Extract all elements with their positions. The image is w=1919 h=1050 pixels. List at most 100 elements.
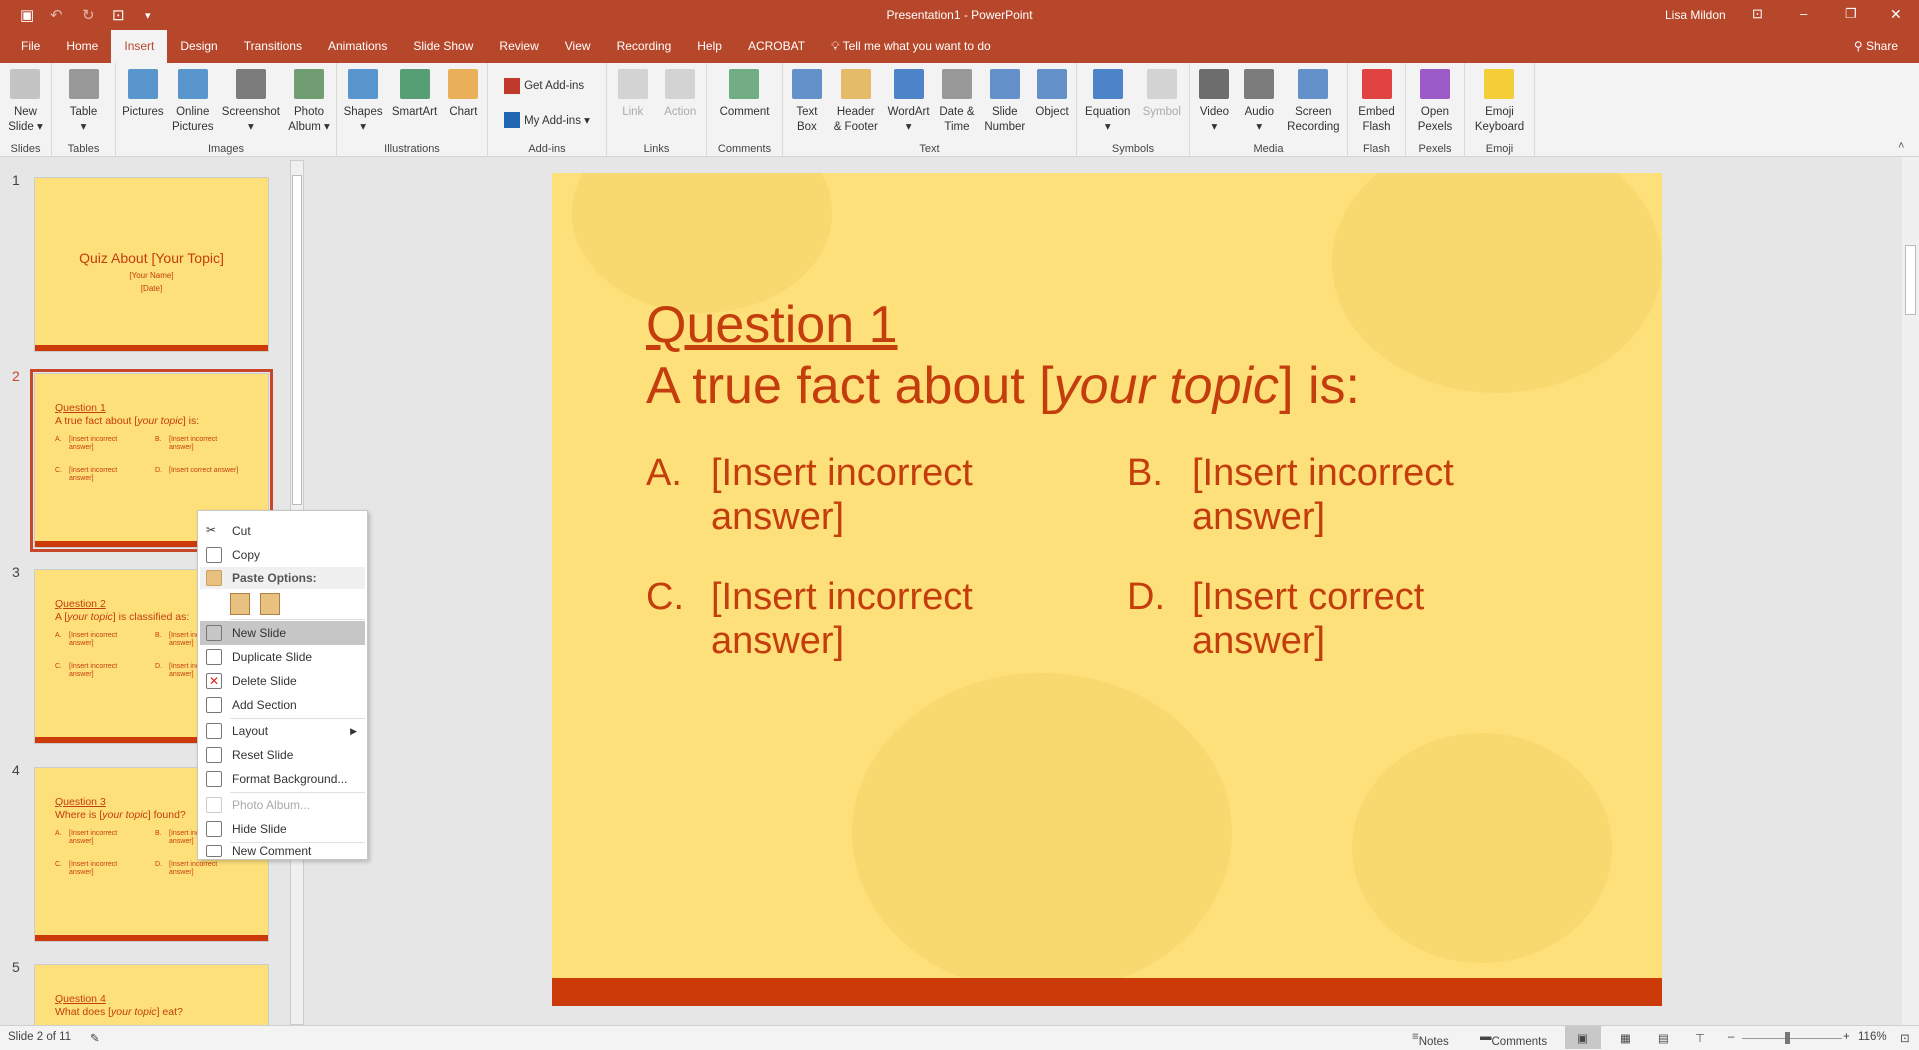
scrollbar-thumb[interactable] [292,175,302,505]
tab-home[interactable]: Home [53,30,111,63]
button-label-line2: Number [984,121,1026,133]
ribbon-display-icon[interactable]: ⊡ [1752,6,1763,22]
tab-file[interactable]: File [8,30,53,63]
thumb-footer-bar [35,935,268,941]
slide-question-text[interactable]: A true fact about [your topic] is: [646,356,1360,416]
menu-cut[interactable]: ✂ Cut [200,519,365,543]
zoom-out-button[interactable]: – [1728,1031,1734,1043]
link-icon [617,69,648,99]
menu-format-background[interactable]: Format Background... [200,767,365,791]
answer-b[interactable]: [Insert incorrect answer] [1192,451,1492,539]
my-add-ins-button[interactable]: My Add-ins ▾ [504,107,590,133]
notes-button[interactable]: ≡ Notes [1412,1031,1449,1048]
group-label: Comments [717,143,772,155]
button-label: SmartArt [391,106,438,118]
comment-icon [206,845,222,857]
zoom-level[interactable]: 116% [1858,1031,1887,1043]
share-button[interactable]: ⚲ Share [1841,30,1911,63]
get-add-ins-button[interactable]: Get Add-ins [504,73,590,99]
group-label: Emoji [1485,143,1514,155]
thumb-answer-letter: C. [55,663,62,670]
tab-design[interactable]: Design [167,30,230,63]
menu-duplicate-slide[interactable]: Duplicate Slide [200,645,365,669]
menu-label: Duplicate Slide [232,650,313,664]
menu-new-comment[interactable]: New Comment [200,843,365,859]
tab-acrobat[interactable]: ACROBAT [735,30,818,63]
tab-review[interactable]: Review [486,30,551,63]
main-scrollbar[interactable] [1902,157,1919,1025]
slide-question-heading[interactable]: Question 1 [646,295,898,355]
tab-view[interactable]: View [552,30,604,63]
slideshow-icon[interactable]: ⊤ [1695,1031,1705,1045]
thumb-answer-letter: A. [55,632,62,639]
slide-number: 4 [12,762,20,778]
thumb-answer-letter: D. [155,467,162,474]
menu-new-slide[interactable]: New Slide [200,621,365,645]
menu-copy[interactable]: Copy [200,543,365,567]
fit-to-window-icon[interactable]: ⊡ [1900,1031,1910,1045]
scrollbar-thumb[interactable] [1905,245,1916,315]
zoom-slider-thumb[interactable] [1785,1032,1791,1044]
slide-thumbnail-5[interactable]: Question 4 What does [your topic] eat? [34,964,269,1025]
collapse-ribbon-icon[interactable]: ˄ [1898,140,1904,152]
tab-help[interactable]: Help [684,30,735,63]
thumb-answer-letter: D. [155,663,162,670]
close-icon[interactable]: ✕ [1890,6,1902,23]
group-label: Flash [1363,143,1390,155]
submenu-arrow-icon: ▶ [350,725,357,736]
thumb-answer: [Insert incorrect answer] [69,861,118,876]
addins-icon [504,112,521,128]
answer-a[interactable]: [Insert incorrect answer] [711,451,1011,539]
minimize-icon[interactable]: – [1800,6,1807,21]
menu-add-section[interactable]: Add Section [200,693,365,717]
photo-icon [294,69,325,99]
thumb-question-heading: Question 1 [55,402,106,414]
tab-slide-show[interactable]: Slide Show [400,30,486,63]
menu-reset-slide[interactable]: Reset Slide [200,743,365,767]
new-icon [10,69,41,99]
ribbon-group-pexels: Open Pexels Pexels [1406,63,1465,157]
answer-line-2: answer] [1192,496,1326,538]
paste-use-destination-theme-icon[interactable] [230,593,250,615]
button-label: Table [69,106,98,118]
menu-hide-slide[interactable]: Hide Slide [200,817,365,841]
answer-c[interactable]: [Insert incorrect answer] [711,575,1011,663]
thumb-text-post: ] eat? [156,1006,183,1018]
tab-transitions[interactable]: Transitions [231,30,315,63]
slide-sorter-icon[interactable]: ▦ [1620,1031,1631,1045]
user-name[interactable]: Lisa Mildon [1665,8,1726,22]
slide-thumbnail-1[interactable]: Quiz About [Your Topic] [Your Name] [Date] [34,177,269,352]
equation-icon [1092,69,1123,99]
thumb-question-text: What does [your topic] eat? [55,1006,183,1018]
slide-number: 1 [12,172,20,188]
zoom-in-button[interactable]: + [1843,1031,1850,1043]
object-icon [1037,69,1068,99]
menu-delete-slide[interactable]: ✕ Delete Slide [200,669,365,693]
menu-label: Photo Album... [232,798,311,812]
menu-layout[interactable]: Layout ▶ [200,719,365,743]
menu-label: New Slide [232,626,287,640]
spell-check-icon[interactable]: ✎ [90,1031,100,1045]
thumb-answer: [Insert incorrect answer] [69,663,118,678]
thumb-text-topic: your topic [102,809,148,821]
slide-canvas[interactable]: Question 1 A true fact about [your topic… [552,173,1662,1006]
comments-button[interactable]: ▬ Comments [1480,1031,1547,1048]
thumb-answer: [Insert incorrect answer] [69,436,118,451]
menu-label: Format Background... [232,772,348,786]
tab-animations[interactable]: Animations [315,30,400,63]
thumb-subtitle: [Your Name] [129,271,174,280]
answer-d[interactable]: [Insert correct answer] [1192,575,1492,663]
add-section-icon [206,697,222,713]
zoom-slider[interactable] [1742,1038,1842,1039]
tab-insert[interactable]: Insert [111,30,168,63]
delete-slide-icon: ✕ [206,673,222,689]
menu-label: New Comment [232,844,312,858]
paste-as-picture-icon[interactable] [260,593,280,615]
tell-me-search[interactable]: 💡︎ Tell me what you want to do [818,30,1004,63]
tab-recording[interactable]: Recording [604,30,685,63]
reading-view-icon[interactable]: ▤ [1658,1031,1669,1045]
thumb-answer: [Insert incorrect answer] [69,632,118,647]
button-label-line2: ▾ [1104,121,1111,133]
restore-icon[interactable]: ❐ [1845,6,1857,22]
button-label: Emoji [1485,106,1514,118]
